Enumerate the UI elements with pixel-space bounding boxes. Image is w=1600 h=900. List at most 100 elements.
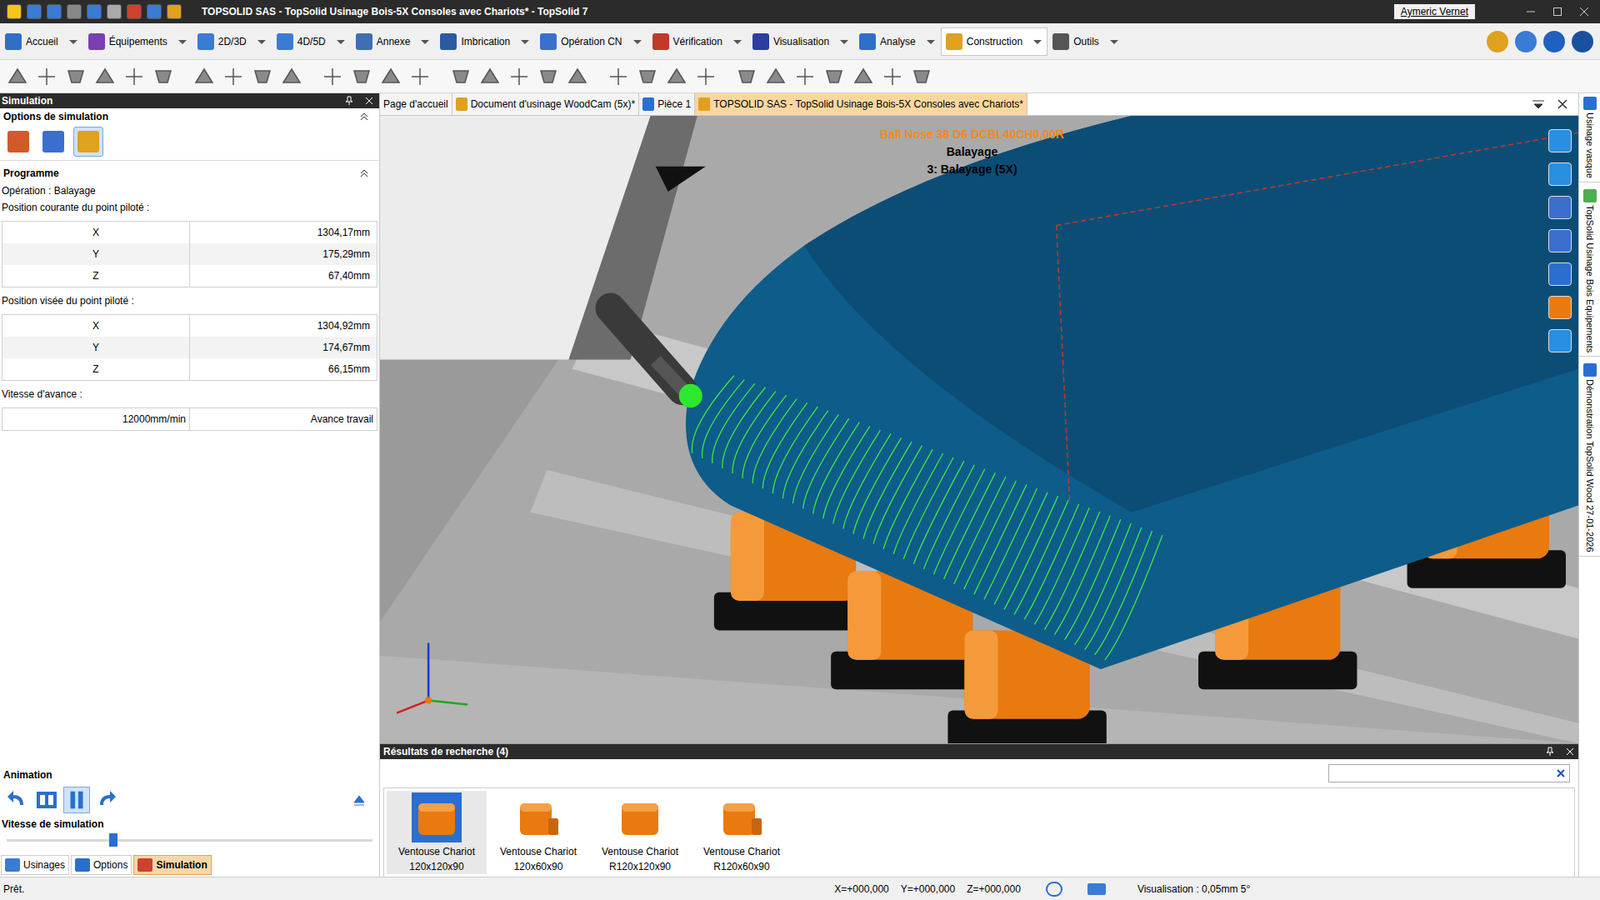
quick-access-icon[interactable] [6,4,22,20]
tab-list-icon[interactable] [1531,99,1545,110]
tool-icon[interactable] [193,65,215,88]
dropdown-icon[interactable] [519,35,531,48]
tool-icon[interactable] [695,65,717,88]
tool-icon[interactable] [881,65,904,88]
ribbon-tab[interactable]: Imbrication [435,27,535,56]
ribbon-tab[interactable]: 4D/5D [271,27,351,56]
dropdown-icon[interactable] [1108,35,1120,48]
tool-icon[interactable] [380,65,402,88]
help-icon[interactable] [1543,30,1565,53]
view-tool-icon[interactable] [1548,262,1572,286]
tool-icon[interactable] [665,65,688,88]
simulation-option-icon[interactable] [73,126,104,157]
dropdown-icon[interactable] [838,35,850,48]
tool-icon[interactable] [910,65,933,88]
tool-icon[interactable] [350,65,373,88]
collapse-icon[interactable] [359,111,370,122]
tool-icon[interactable] [794,65,816,88]
dropdown-icon[interactable] [419,35,431,48]
tool-icon[interactable] [479,65,501,88]
quick-access-icon[interactable] [166,4,182,20]
tool-icon[interactable] [607,65,630,88]
tool-icon[interactable] [537,65,560,88]
document-tab[interactable]: Pièce 1 [639,93,695,115]
tool-icon[interactable] [765,65,787,88]
tool-icon[interactable] [65,65,87,88]
ribbon-tab[interactable]: Vérification [647,27,748,56]
quick-access-icon[interactable] [46,4,62,20]
close-document-icon[interactable] [1556,98,1569,110]
search-field[interactable] [1328,764,1570,783]
dropdown-icon[interactable] [1031,35,1044,48]
min-window-icon[interactable] [1525,5,1537,18]
view-tool-icon[interactable] [1548,162,1572,186]
document-tab[interactable]: Page d'accueil [380,93,453,115]
tool-icon[interactable] [450,65,472,88]
ribbon-tab[interactable]: Opération CN [535,27,647,56]
side-tab[interactable]: Usinage vasque [1579,96,1600,183]
viewport[interactable]: Ball Nose 38 D6 DCBL40CH0,00RBalayage3: … [380,115,1579,744]
ribbon-tab[interactable]: Annexe [350,27,436,56]
ribbon-tab[interactable]: 2D/3D [192,27,272,56]
pin-icon[interactable] [1545,746,1555,757]
tool-icon[interactable] [35,65,58,88]
tool-icon[interactable] [94,65,116,88]
tool-icon[interactable] [222,65,245,88]
result-item[interactable]: Ventouse Chariot120x60x90 [488,790,589,875]
result-item[interactable]: Ventouse Chariot120x120x90 [386,790,487,875]
tool-icon[interactable] [321,65,344,88]
tool-icon[interactable] [566,65,589,88]
tool-icon[interactable] [508,65,530,88]
view-tool-icon[interactable] [1548,295,1572,320]
collapse-up-icon[interactable] [352,793,366,807]
dropdown-icon[interactable] [631,35,644,48]
close-icon[interactable] [1565,746,1575,757]
pin-icon[interactable] [344,95,355,106]
dropdown-icon[interactable] [255,35,268,48]
help-icon[interactable] [1486,30,1509,53]
tool-icon[interactable] [852,65,875,88]
dropdown-icon[interactable] [335,35,347,48]
dropdown-icon[interactable] [176,35,189,48]
view-tool-icon[interactable] [1548,195,1572,220]
tool-icon[interactable] [409,65,431,88]
panel-tab[interactable]: Usinages [0,855,70,875]
view-tool-icon[interactable] [1548,329,1572,353]
step-icon[interactable] [33,786,60,814]
simulation-option-icon[interactable] [3,126,34,157]
slider-thumb[interactable] [109,833,118,847]
user-name[interactable]: Aymeric Vernet [1394,4,1475,20]
dropdown-icon[interactable] [731,35,744,48]
tool-icon[interactable] [636,65,659,88]
document-tab[interactable]: TOPSOLID SAS - TopSolid Usinage Bois-5X … [695,93,1028,115]
clear-search-icon[interactable] [1555,768,1566,779]
quick-access-icon[interactable] [106,4,122,20]
ribbon-tab[interactable]: Visualisation [747,27,855,56]
quick-access-icon[interactable] [86,4,102,20]
tool-icon[interactable] [6,65,29,88]
result-item[interactable]: Ventouse ChariotR120x60x90 [691,790,792,875]
ribbon-tab[interactable]: Équipements [83,27,193,56]
side-tab[interactable]: Démonstration TopSolid Wood 27-01-2026 [1579,363,1600,557]
tool-icon[interactable] [280,65,303,88]
close-window-icon[interactable] [1578,5,1590,18]
ribbon-tab[interactable]: Outils [1047,27,1125,56]
back-icon[interactable] [3,786,30,814]
view-tool-icon[interactable] [1548,229,1572,253]
max-window-icon[interactable] [1551,5,1564,18]
quick-access-icon[interactable] [126,4,142,20]
help-icon[interactable] [1515,30,1537,53]
machine-scene[interactable] [380,115,1579,744]
close-icon[interactable] [364,95,375,106]
tool-icon[interactable] [823,65,845,88]
help-icon[interactable] [1571,30,1594,53]
pause-icon[interactable] [63,786,90,814]
document-tab[interactable]: Document d'usinage WoodCam (5x)* [452,93,640,115]
ribbon-tab[interactable]: Accueil [0,27,84,56]
view-tool-icon[interactable] [1548,129,1572,153]
ribbon-tab[interactable]: Construction [940,27,1048,56]
side-tab[interactable]: TopSolid Usinage Bois Equipements [1579,189,1600,357]
collapse-icon[interactable] [359,168,370,179]
tool-icon[interactable] [152,65,175,88]
result-item[interactable]: Ventouse ChariotR120x120x90 [590,790,690,875]
